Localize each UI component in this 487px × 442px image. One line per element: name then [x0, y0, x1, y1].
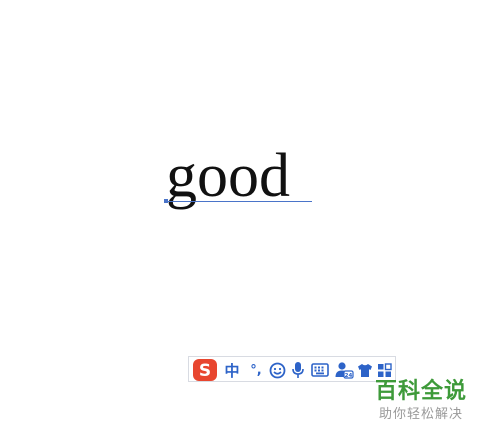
voice-input-button[interactable] [289, 360, 307, 380]
sogou-logo-icon: S [193, 358, 217, 381]
microphone-icon [292, 362, 304, 378]
text-selection-handle[interactable] [164, 199, 168, 203]
toolbox-button[interactable] [375, 360, 393, 380]
watermark-logo: 百科全说 助你轻松解决 [356, 378, 486, 438]
watermark-title: 百科全说 [374, 379, 467, 404]
toolbox-grid-icon [377, 362, 392, 377]
emoji-button[interactable] [267, 360, 287, 380]
user-account-button[interactable]: 24 [333, 360, 355, 380]
soft-keyboard-button[interactable] [309, 360, 331, 380]
typed-text[interactable]: good [166, 136, 290, 216]
watermark-subtitle: 助你轻松解决 [378, 407, 463, 422]
punctuation-mode-toggle[interactable]: °, [245, 360, 267, 380]
text-frame[interactable]: good [164, 140, 316, 220]
user-account-icon: 24 [335, 362, 354, 379]
shirt-skin-icon [358, 363, 372, 377]
language-mode-toggle[interactable]: 中 [223, 360, 241, 380]
svg-text:24: 24 [345, 373, 353, 379]
skin-theme-button[interactable] [355, 360, 375, 380]
sogou-logo-icon[interactable]: S [191, 357, 219, 382]
smiley-icon [269, 362, 285, 378]
logo-glyph: S [199, 361, 211, 381]
keyboard-icon [311, 363, 329, 377]
text-baseline-underline [164, 201, 312, 202]
document-canvas[interactable]: good S 中 °, 24 百科全说 助你轻松解决 [0, 0, 487, 442]
